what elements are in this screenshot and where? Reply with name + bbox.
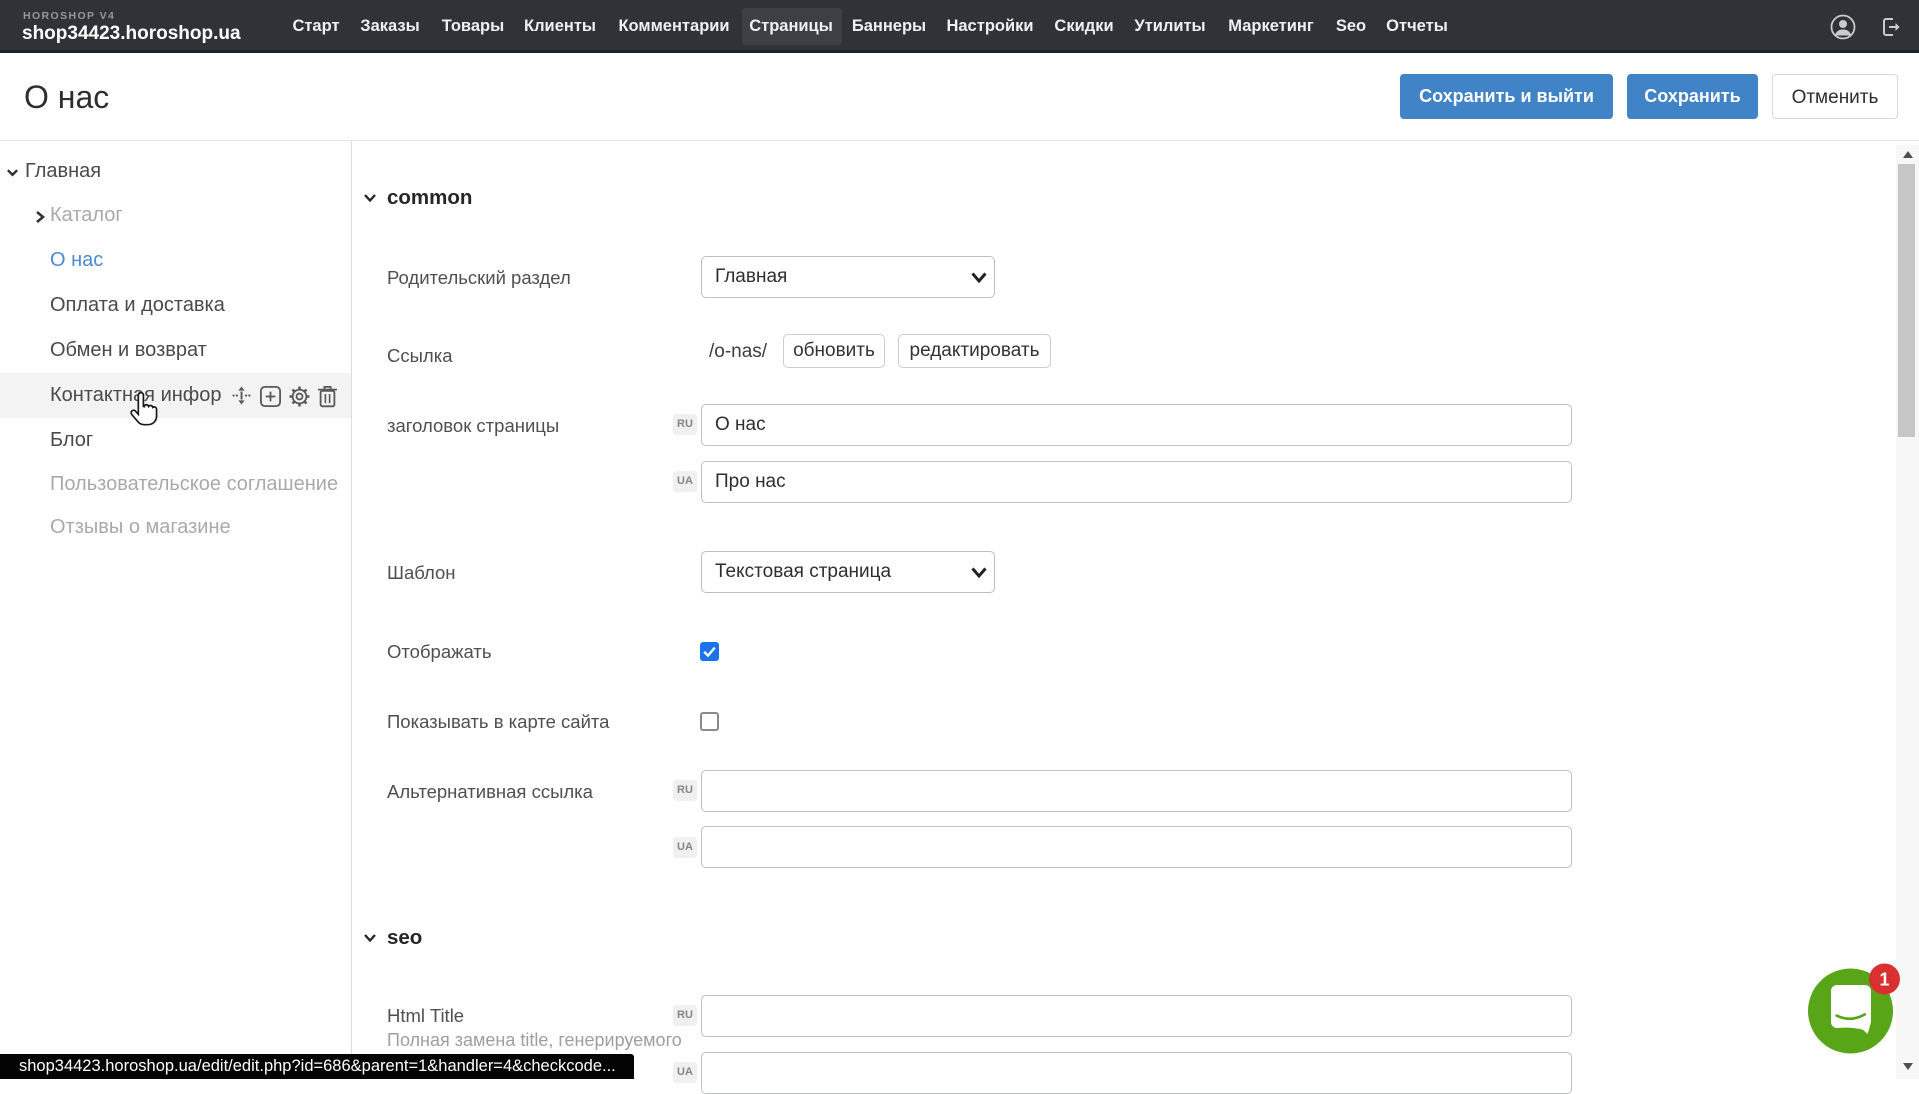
svg-text:1: 1 [1879, 970, 1889, 990]
